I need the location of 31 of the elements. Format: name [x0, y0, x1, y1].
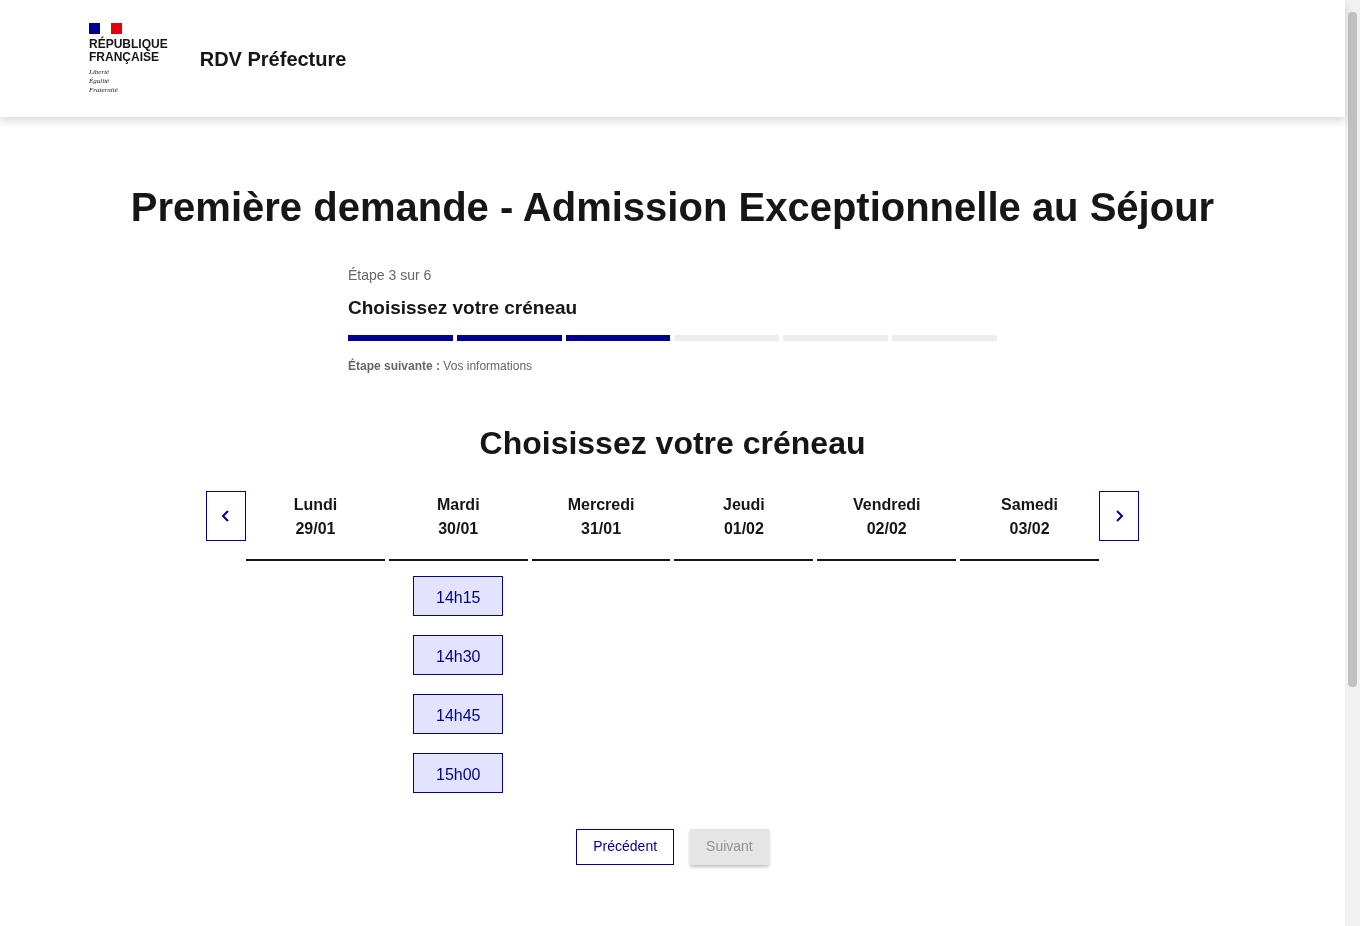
time-slot-button[interactable]: 14h15: [413, 575, 504, 616]
scrollbar[interactable]: [1345, 0, 1360, 926]
next-week-button[interactable]: [1099, 490, 1139, 541]
time-slot-button[interactable]: 15h00: [413, 752, 504, 793]
chevron-right-icon: [1114, 508, 1124, 523]
step-title: Choisissez votre créneau: [348, 296, 579, 320]
next-step-text: Étape suivante : Vos informations: [348, 357, 534, 375]
day-date: 01/02: [723, 518, 764, 539]
day-date: 02/02: [866, 518, 907, 539]
previous-button[interactable]: Précédent: [576, 828, 675, 865]
section-title: Choisissez votre créneau: [479, 423, 866, 463]
day-name: Mardi: [436, 494, 480, 515]
day-name: Jeudi: [723, 494, 765, 515]
logo-text: RÉPUBLIQUE: [89, 37, 168, 51]
service-name-link[interactable]: RDV Préfecture: [199, 43, 347, 74]
time-slot-button[interactable]: 14h30: [413, 634, 504, 675]
day-name: Lundi: [293, 494, 338, 515]
day-date: 03/02: [1009, 518, 1050, 539]
day-date: 29/01: [295, 518, 336, 539]
day-date: 30/01: [438, 518, 479, 539]
logo-text: FRANÇAISE: [89, 50, 159, 64]
time-slot-button[interactable]: 14h45: [413, 693, 504, 734]
step-counter: Étape 3 sur 6: [348, 266, 433, 285]
day-name: Samedi: [1001, 494, 1059, 515]
day-date: 31/01: [581, 518, 622, 539]
day-name: Mercredi: [567, 494, 635, 515]
day-name: Vendredi: [852, 494, 921, 515]
chevron-left-icon: [221, 508, 231, 523]
flag-icon: [89, 22, 122, 34]
previous-week-button[interactable]: [206, 490, 246, 541]
page-title: Première demande - Admission Exceptionnelle au Séjour: [130, 184, 1215, 231]
